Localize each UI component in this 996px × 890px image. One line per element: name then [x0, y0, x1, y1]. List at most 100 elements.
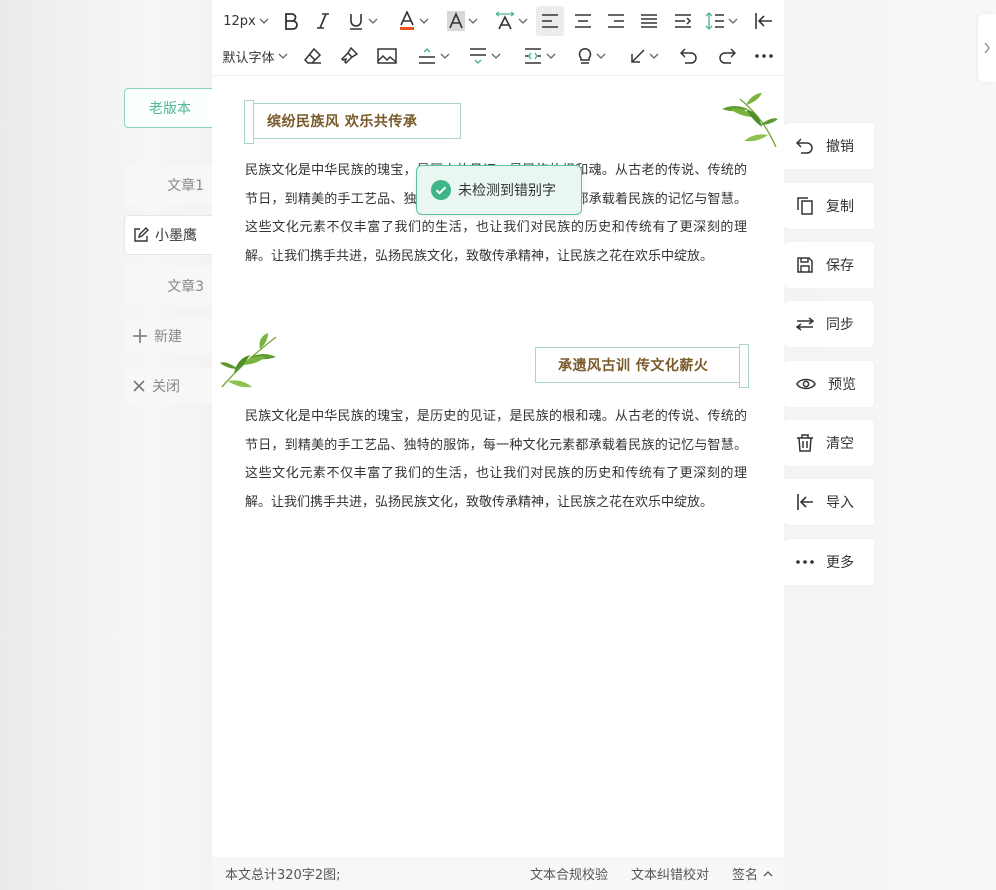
collapse-panel-toggle[interactable] — [978, 14, 996, 82]
signature-button[interactable]: 签名 — [732, 864, 773, 883]
sync-label: 同步 — [826, 317, 854, 333]
copy-button[interactable]: 复制 — [784, 183, 874, 229]
chevron-down-icon — [259, 18, 269, 24]
redo-icon — [719, 48, 736, 64]
insert-image-button[interactable] — [373, 38, 401, 74]
swap-icon — [796, 317, 814, 331]
indent-icon — [675, 14, 692, 28]
margin-icon — [524, 48, 541, 64]
bamboo-leaf-icon — [220, 333, 277, 388]
more-button[interactable]: 更多 — [784, 539, 874, 585]
close-doc-label: 关闭 — [152, 379, 180, 395]
trash-icon — [797, 434, 813, 452]
import-button[interactable]: 导入 — [784, 479, 874, 525]
status-bar: 本文总计320字2图; 文本合规校验 文本纠错校对 签名 — [212, 857, 784, 890]
toast-message: 未检测到错别字 — [458, 183, 556, 199]
more-label: 更多 — [826, 555, 854, 571]
preview-label: 预览 — [828, 377, 856, 393]
paragraph-2: 民族文化是中华民族的瑰宝，是历史的见证，是民族的根和魂。从古老的传说、传统的节日… — [245, 409, 747, 510]
chevron-down-icon — [596, 53, 605, 59]
word-count: 本文总计320字2图; — [225, 868, 341, 883]
line-height-button[interactable] — [700, 3, 742, 39]
section-title-text: 承遗风古训 传文化薪火 — [558, 358, 709, 374]
save-button[interactable]: 保存 — [784, 242, 874, 288]
title-decoration — [244, 100, 254, 144]
align-right-button[interactable] — [601, 3, 631, 39]
font-family-select[interactable]: 默认字体 — [220, 38, 290, 74]
section-title-text: 缤纷民族风 欢乐共传承 — [267, 114, 418, 130]
proofread-button[interactable]: 文本纠错校对 — [631, 864, 709, 883]
more-toolbar-button[interactable] — [750, 38, 778, 74]
exit-button[interactable] — [750, 3, 778, 39]
format-painter-button[interactable] — [336, 38, 362, 74]
underline-button[interactable] — [342, 3, 382, 39]
old-version-button[interactable]: 老版本 — [124, 88, 216, 128]
align-justify-icon — [641, 14, 657, 28]
align-left-button[interactable] — [534, 3, 566, 39]
new-doc-button[interactable]: 新建 — [124, 318, 216, 354]
bold-icon — [285, 13, 298, 30]
sync-button[interactable]: 同步 — [784, 301, 874, 347]
paragraph-spacing-before-button[interactable] — [412, 38, 454, 74]
plus-icon — [133, 329, 147, 343]
chevron-up-icon — [763, 870, 773, 876]
check-circle-icon — [431, 180, 451, 200]
align-center-button[interactable] — [568, 3, 598, 39]
indent-button[interactable] — [668, 3, 698, 39]
page-margin-button[interactable] — [518, 38, 560, 74]
logout-icon — [755, 13, 772, 29]
editor-content[interactable]: 缤纷民族风 欢乐共传承 民族文化是中华民族的瑰宝，是历史的见证，是民族的根和魂。… — [212, 77, 784, 857]
arrow-down-left-icon — [630, 49, 645, 63]
copy-icon — [797, 197, 813, 215]
save-label: 保存 — [826, 258, 854, 274]
undo-icon — [796, 138, 813, 154]
close-doc-button[interactable]: 关闭 — [124, 368, 216, 404]
signature-label: 签名 — [732, 868, 759, 883]
italic-button[interactable] — [310, 3, 336, 39]
copy-label: 复制 — [826, 199, 854, 215]
chevron-down-icon — [518, 18, 527, 24]
undo-toolbar-button[interactable] — [676, 38, 702, 74]
more-icon — [755, 54, 773, 58]
redo-toolbar-button[interactable] — [714, 38, 740, 74]
import-label: 导入 — [826, 495, 854, 511]
eraser-icon — [304, 47, 322, 64]
bold-button[interactable] — [278, 3, 304, 39]
line-height-icon — [705, 12, 724, 30]
doc-tab-label: 小墨鹰 — [155, 228, 197, 244]
align-left-icon — [542, 14, 558, 28]
spacing-after-icon — [469, 48, 486, 65]
clear-format-button[interactable] — [300, 38, 326, 74]
underline-icon — [349, 14, 362, 30]
font-family-value: 默认字体 — [222, 50, 275, 66]
align-justify-button[interactable] — [634, 3, 664, 39]
font-color-button[interactable] — [392, 3, 434, 39]
preview-button[interactable]: 预览 — [784, 361, 874, 407]
font-size-select[interactable]: 12px — [220, 3, 272, 39]
bamboo-leaf-icon — [722, 93, 778, 148]
undo-icon — [680, 48, 697, 64]
paragraph-spacing-after-button[interactable] — [463, 38, 505, 74]
editor-toolbar: 12px 默认字体 — [212, 0, 784, 76]
undo-button[interactable]: 撤销 — [784, 123, 874, 169]
align-center-icon — [575, 14, 591, 28]
doc-tab-active[interactable]: 小墨鹰 — [124, 215, 216, 255]
compliance-check-button[interactable]: 文本合规校验 — [530, 864, 608, 883]
chevron-down-icon — [419, 18, 428, 24]
clear-button[interactable]: 清空 — [784, 420, 874, 466]
doc-tab-3[interactable]: 文章3 — [124, 266, 216, 306]
doc-tab-1[interactable]: 文章1 — [124, 165, 216, 205]
arrow-style-button[interactable] — [624, 38, 664, 74]
bulb-button[interactable] — [573, 38, 609, 74]
chevron-down-icon — [491, 53, 500, 59]
letter-spacing-button[interactable] — [490, 3, 532, 39]
chevron-down-icon — [468, 18, 477, 24]
background-color-button[interactable] — [441, 3, 483, 39]
letter-spacing-icon — [495, 11, 514, 30]
image-icon — [377, 48, 397, 64]
brush-icon — [340, 47, 358, 65]
chevron-down-icon — [368, 18, 377, 24]
spellcheck-toast: 未检测到错别字 — [416, 165, 582, 215]
chevron-down-icon — [728, 18, 737, 24]
editor: 12px 默认字体 缤纷民族风 欢乐共传承 民族文化是中华民族的瑰宝，是历史的见… — [212, 0, 784, 890]
